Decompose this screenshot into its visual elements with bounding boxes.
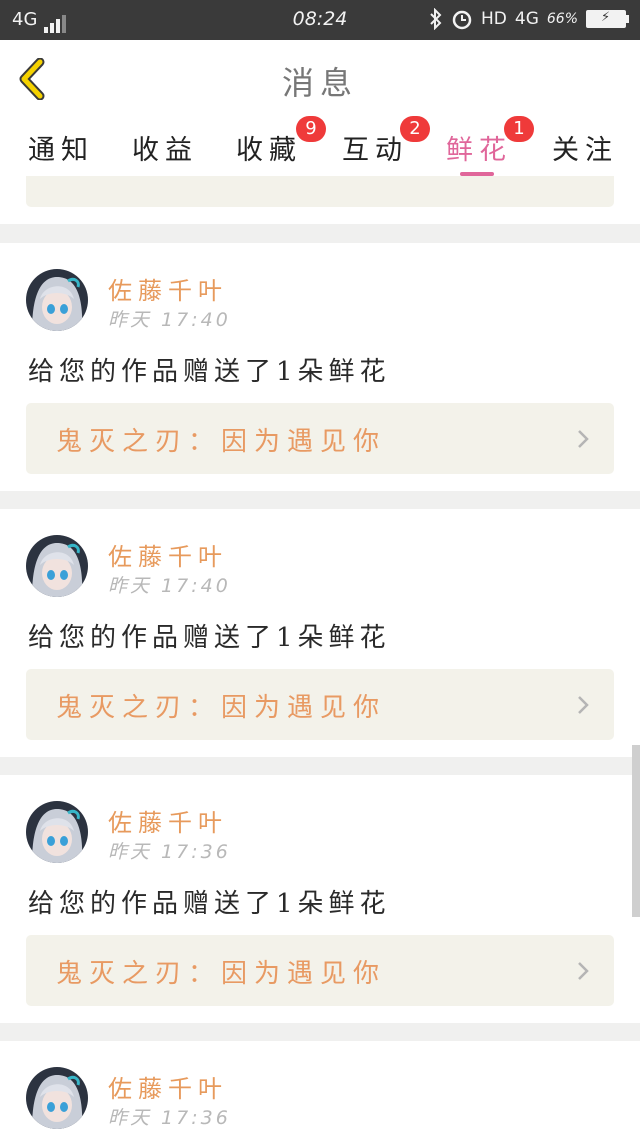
tab-label: 收藏 [236, 135, 302, 166]
work-link[interactable]: 鬼灭之刃：因为遇见你 [26, 669, 614, 740]
timestamp: 昨天 17:40 [108, 575, 231, 597]
username[interactable]: 佐藤千叶 [108, 537, 228, 572]
list-item [0, 176, 640, 224]
work-link[interactable] [26, 176, 614, 207]
chevron-right-icon [578, 962, 589, 980]
list-item: 佐藤千叶 昨天 17:36 给您的作品赠送了1朵鲜花 鬼灭之刃：因为遇见你 [0, 775, 640, 1023]
badge-count: 9 [296, 116, 326, 142]
tab-label: 收益 [132, 135, 198, 166]
chevron-right-icon [578, 696, 589, 714]
avatar[interactable] [26, 801, 88, 863]
list-item: 佐藤千叶 昨天 17:40 给您的作品赠送了1朵鲜花 鬼灭之刃：因为遇见你 [0, 509, 640, 757]
work-title: 鬼灭之刃：因为遇见你 [56, 693, 387, 723]
bluetooth-icon [430, 8, 442, 30]
username[interactable]: 佐藤千叶 [108, 803, 228, 838]
message-text: 给您的作品赠送了1朵鲜花 [28, 623, 391, 653]
data-speed: 66% [546, 11, 578, 27]
avatar[interactable] [26, 269, 88, 331]
tab-bar: 通知 收益 收藏 9 互动 2 鲜花 1 关注 [0, 116, 640, 176]
battery-icon: ⚡ [586, 10, 629, 28]
timestamp: 昨天 17:36 [108, 1107, 231, 1129]
tab-flowers[interactable]: 鲜花 1 [446, 116, 534, 176]
tab-favorites[interactable]: 收藏 9 [236, 116, 326, 167]
timestamp: 昨天 17:36 [108, 841, 231, 863]
chevron-right-icon [578, 430, 589, 448]
tab-label: 互动 [342, 135, 408, 166]
badge-count: 2 [400, 116, 430, 142]
alarm-icon [452, 10, 472, 30]
tab-label: 关注 [552, 135, 618, 166]
header: 消息 [0, 40, 640, 119]
list-item: 佐藤千叶 昨天 17:40 给您的作品赠送了1朵鲜花 鬼灭之刃：因为遇见你 [0, 243, 640, 491]
status-bar: 4G 08:24 HD 4G 66% ⚡ [0, 0, 640, 40]
tab-label: 鲜花 [446, 135, 512, 166]
tab-following[interactable]: 关注 [552, 128, 618, 167]
work-title: 鬼灭之刃：因为遇见你 [56, 427, 387, 457]
avatar-image [26, 269, 88, 331]
message-text: 给您的作品赠送了1朵鲜花 [28, 357, 391, 387]
tab-notifications[interactable]: 通知 [28, 128, 94, 167]
network-type-2: 4G [514, 9, 539, 29]
avatar[interactable] [26, 535, 88, 597]
scrollbar[interactable] [632, 745, 640, 917]
hd-indicator: HD [481, 9, 507, 29]
list-item: 佐藤千叶 昨天 17:36 [0, 1041, 640, 1138]
page-title: 消息 [281, 64, 358, 102]
tab-earnings[interactable]: 收益 [132, 128, 198, 167]
work-link[interactable]: 鬼灭之刃：因为遇见你 [26, 403, 614, 474]
tab-interactions[interactable]: 互动 2 [342, 116, 430, 167]
timestamp: 昨天 17:40 [108, 309, 231, 331]
avatar[interactable] [26, 1067, 88, 1129]
message-text: 给您的作品赠送了1朵鲜花 [28, 889, 391, 919]
username[interactable]: 佐藤千叶 [108, 271, 228, 306]
avatar-image [26, 535, 88, 597]
avatar-image [26, 1067, 88, 1129]
username[interactable]: 佐藤千叶 [108, 1069, 228, 1104]
badge-count: 1 [504, 116, 534, 142]
work-link[interactable]: 鬼灭之刃：因为遇见你 [26, 935, 614, 1006]
avatar-image [26, 801, 88, 863]
tab-label: 通知 [28, 135, 94, 166]
work-title: 鬼灭之刃：因为遇见你 [56, 959, 387, 989]
message-list[interactable]: 佐藤千叶 昨天 17:40 给您的作品赠送了1朵鲜花 鬼灭之刃：因为遇见你 佐藤… [0, 176, 640, 1138]
